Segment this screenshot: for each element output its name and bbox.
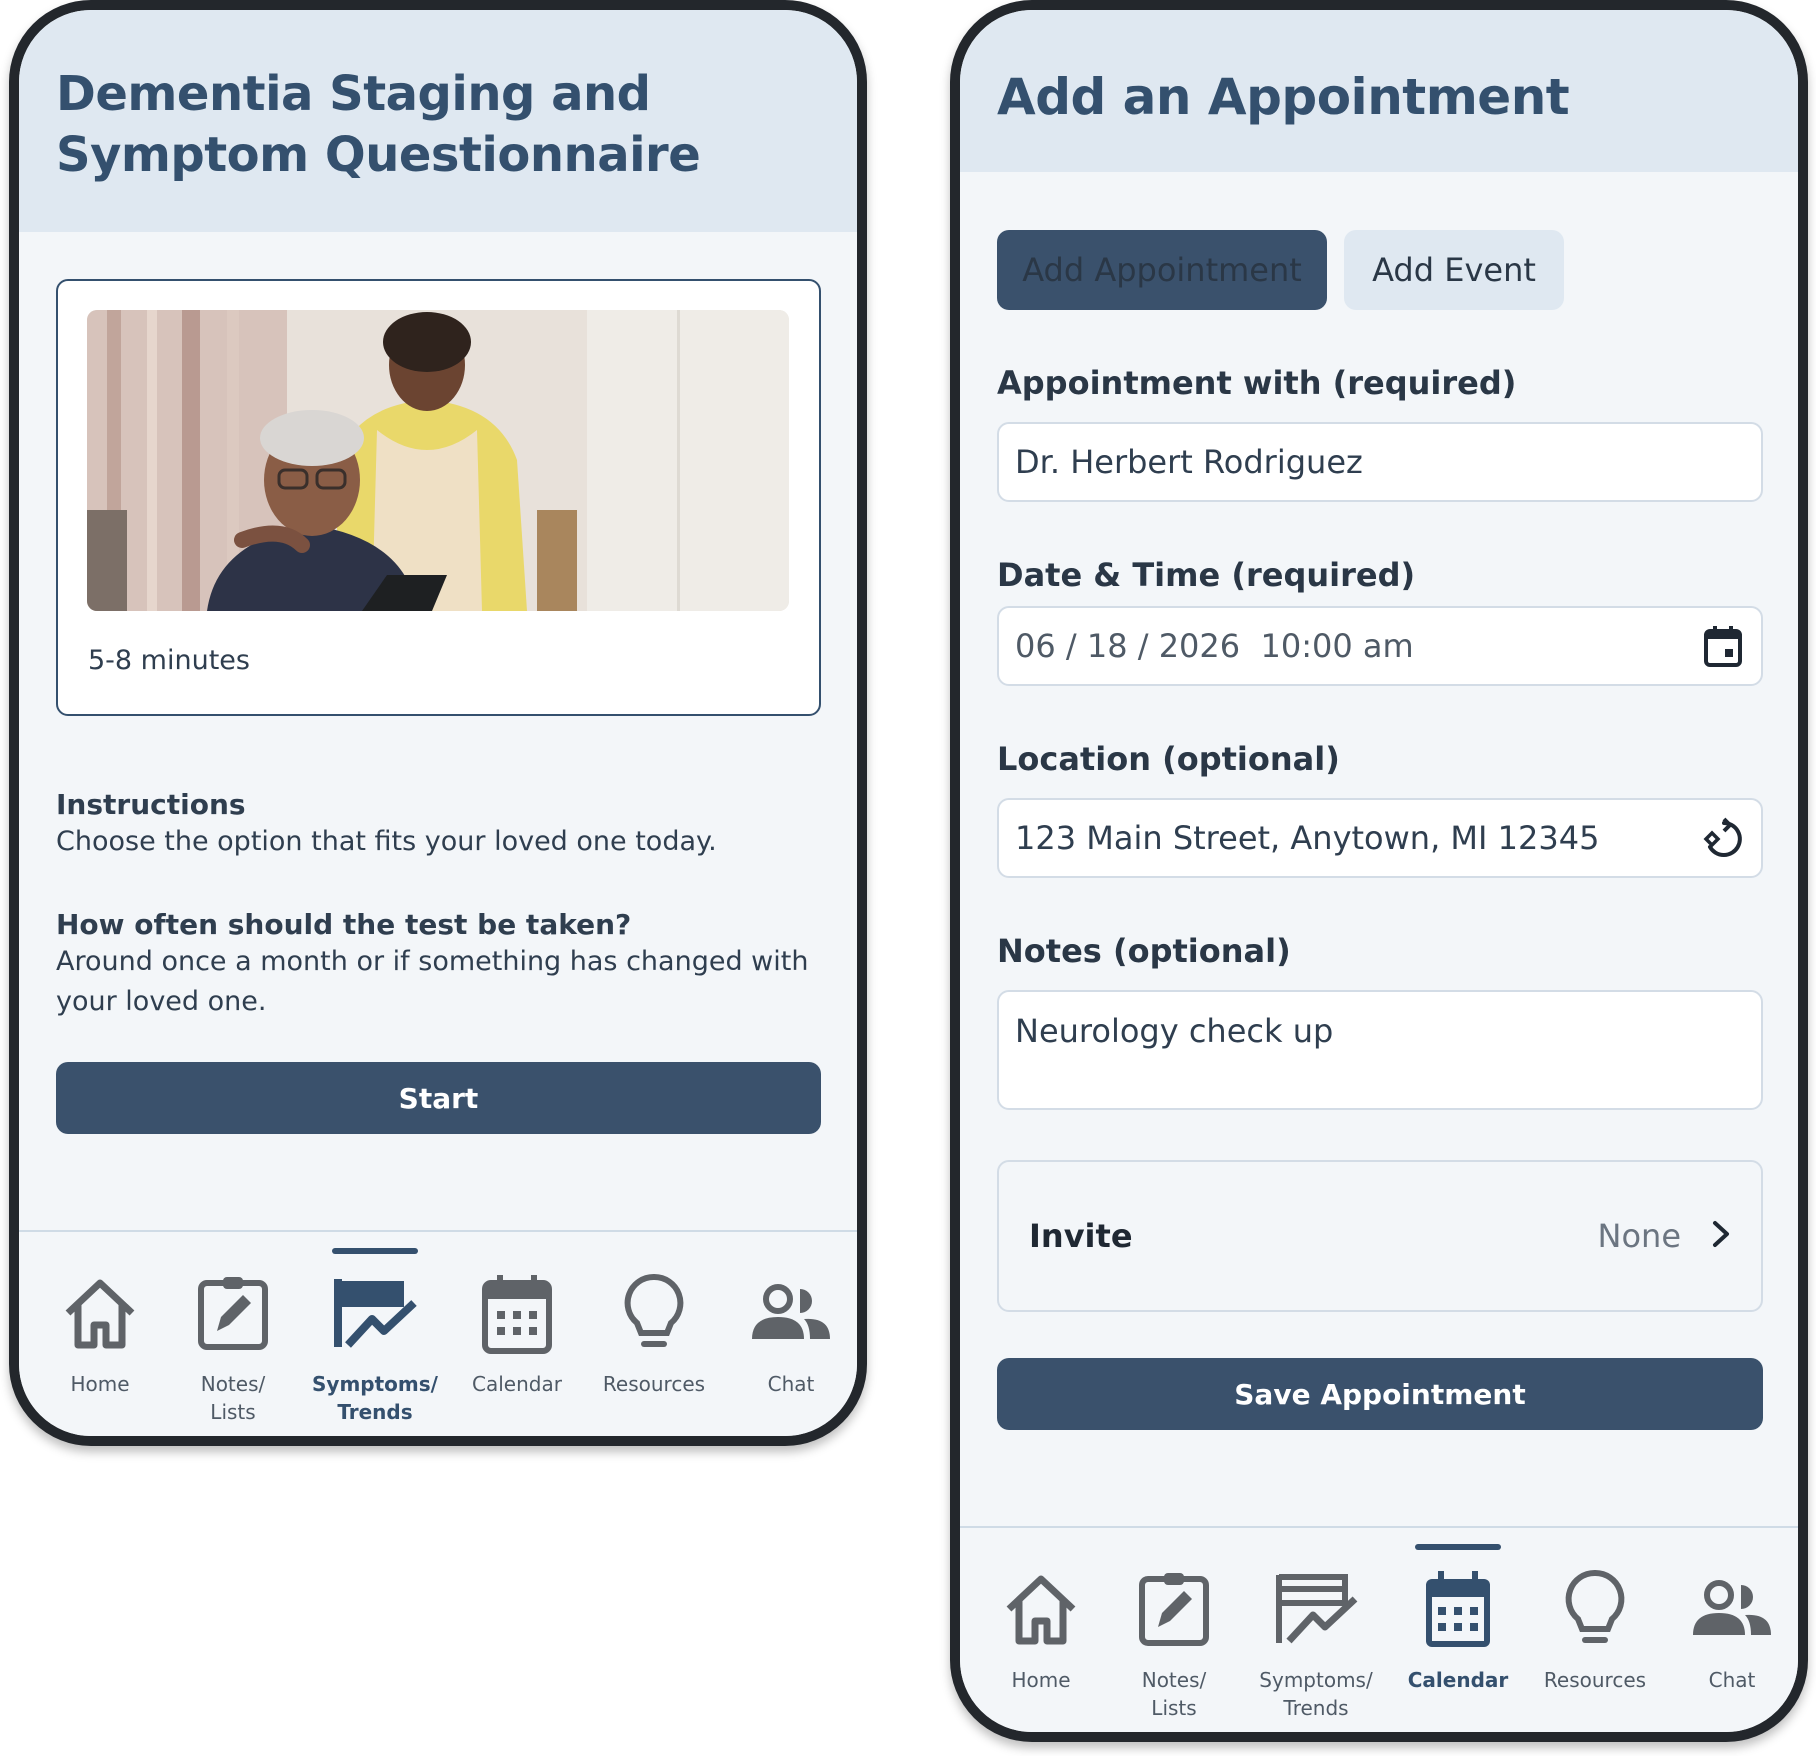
location-input[interactable]: 123 Main Street, Anytown, MI 12345 [997, 798, 1763, 878]
nav-label: Home [70, 1372, 130, 1396]
field-value: Neurology check up [1015, 1012, 1334, 1050]
save-appointment-button[interactable]: Save Appointment [997, 1358, 1763, 1430]
invite-row[interactable]: Invite None [997, 1160, 1763, 1312]
nav-label: Notes/ Lists [200, 1372, 266, 1424]
notes-label: Notes (optional) [997, 932, 1291, 970]
chevron-right-icon [1711, 1220, 1731, 1253]
tab-add-appointment[interactable]: Add Appointment [997, 230, 1327, 310]
notes-input[interactable]: Neurology check up [997, 990, 1763, 1110]
bottom-nav: Home Notes/ Lists Symptoms/ Trends Calen… [960, 1526, 1798, 1732]
nav-label: Home [1011, 1668, 1071, 1692]
nav-label: Chat [1708, 1668, 1756, 1692]
nav-label: Calendar [1407, 1668, 1509, 1692]
nav-label: Resources [602, 1372, 706, 1396]
lightbulb-icon [611, 1270, 697, 1356]
field-value: Dr. Herbert Rodriguez [1015, 443, 1363, 481]
phone-add-appointment: Add an Appointment Add Appointment Add E… [950, 0, 1808, 1742]
calendar-icon [474, 1270, 560, 1356]
bottom-nav: Home Notes/ Lists Symptoms/ Trends Calen… [19, 1230, 857, 1436]
tab-add-event[interactable]: Add Event [1344, 230, 1564, 310]
calendar-icon[interactable] [1701, 624, 1745, 668]
nav-label: Notes/ Lists [1141, 1668, 1207, 1720]
start-button[interactable]: Start [56, 1062, 821, 1134]
nav-item-notes[interactable]: Notes/ Lists [166, 1232, 300, 1436]
frequency-text: Around once a month or if something has … [56, 946, 809, 1017]
phone-questionnaire: Dementia Staging and Symptom Questionnai… [9, 0, 867, 1446]
home-icon [57, 1270, 143, 1356]
invite-label: Invite [1029, 1217, 1133, 1255]
nav-item-chat[interactable]: Chat [1665, 1528, 1798, 1732]
nav-item-resources[interactable]: Resources [587, 1232, 721, 1436]
trends-icon [1273, 1566, 1359, 1652]
frequency-heading: How often should the test be taken? [56, 908, 632, 941]
date-time-input[interactable]: 06 / 18 / 2026 10:00 am [997, 606, 1763, 686]
instructions-text: Choose the option that fits your loved o… [56, 826, 717, 857]
nav-item-calendar[interactable]: Calendar [450, 1232, 584, 1436]
date-time-label: Date & Time (required) [997, 556, 1416, 594]
field-value: 06 / 18 / 2026 10:00 am [1015, 627, 1414, 665]
home-icon [998, 1566, 1084, 1652]
nav-item-notes[interactable]: Notes/ Lists [1107, 1528, 1241, 1732]
people-icon [748, 1270, 834, 1356]
field-value: 123 Main Street, Anytown, MI 12345 [1015, 819, 1600, 857]
location-arrow-icon[interactable] [1701, 816, 1745, 860]
instructions-heading: Instructions [56, 788, 246, 821]
nav-label: Chat [767, 1372, 815, 1396]
nav-label: Calendar [472, 1372, 562, 1396]
caregiver-photo [87, 310, 789, 611]
nav-item-symptoms[interactable]: Symptoms/ Trends [308, 1232, 442, 1436]
header: Add an Appointment [960, 10, 1798, 172]
lightbulb-icon [1552, 1566, 1638, 1652]
nav-item-home[interactable]: Home [33, 1232, 167, 1436]
nav-item-home[interactable]: Home [974, 1528, 1108, 1732]
nav-item-resources[interactable]: Resources [1528, 1528, 1662, 1732]
active-indicator [332, 1248, 418, 1254]
people-icon [1689, 1566, 1775, 1652]
questionnaire-card[interactable]: 5-8 minutes [56, 279, 821, 716]
duration-label: 5-8 minutes [88, 645, 250, 676]
calendar-icon [1415, 1566, 1501, 1652]
nav-label: Resources [1543, 1668, 1647, 1692]
notes-icon [1131, 1566, 1217, 1652]
page-title: Add an Appointment [997, 68, 1570, 126]
header: Dementia Staging and Symptom Questionnai… [19, 10, 857, 232]
nav-label: Symptoms/ Trends [1259, 1668, 1373, 1720]
active-indicator [1415, 1544, 1501, 1550]
nav-item-symptoms[interactable]: Symptoms/ Trends [1249, 1528, 1383, 1732]
nav-label: Symptoms/ Trends [312, 1372, 438, 1424]
page-title: Dementia Staging and Symptom Questionnai… [56, 66, 701, 183]
appointment-with-input[interactable]: Dr. Herbert Rodriguez [997, 422, 1763, 502]
appointment-with-label: Appointment with (required) [997, 364, 1517, 402]
trends-icon [332, 1270, 418, 1356]
notes-icon [190, 1270, 276, 1356]
invite-value: None [1597, 1217, 1681, 1255]
nav-item-chat[interactable]: Chat [724, 1232, 857, 1436]
nav-item-calendar[interactable]: Calendar [1391, 1528, 1525, 1732]
location-label: Location (optional) [997, 740, 1340, 778]
